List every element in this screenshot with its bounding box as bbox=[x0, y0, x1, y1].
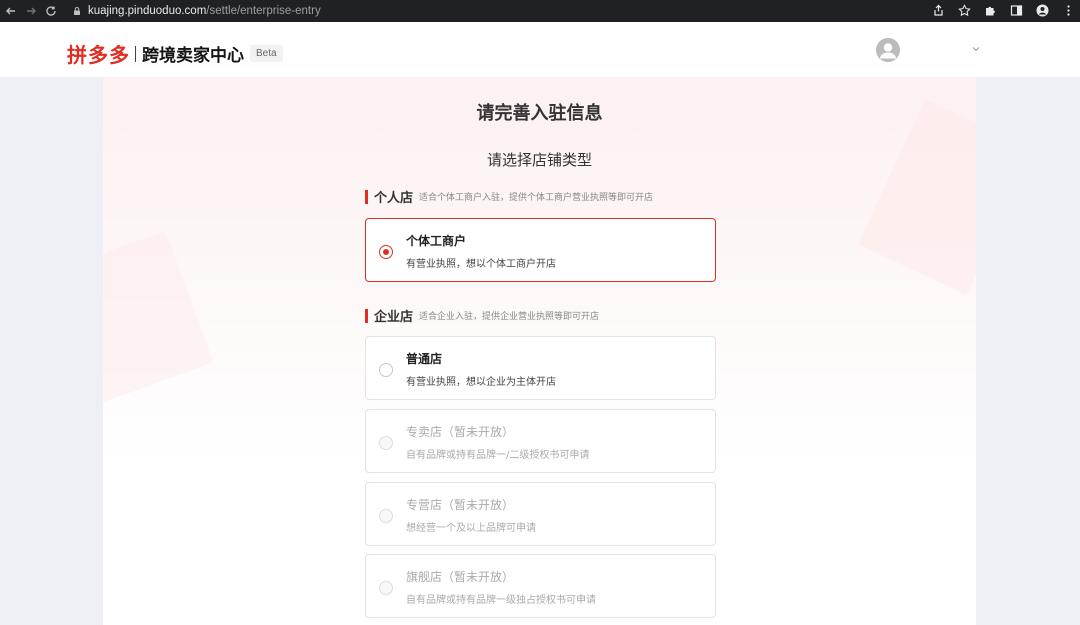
address-bar[interactable]: kuajing.pinduoduo.com/settle/enterprise-… bbox=[72, 2, 321, 20]
option-card-flagship-store: 旗舰店（暂未开放） 自有品牌或持有品牌一级独占授权书可申请 bbox=[365, 554, 716, 618]
section-header-personal: 个人店 适合个体工商户入驻，提供个体工商户营业执照等即可开店 bbox=[365, 187, 653, 206]
url-path: /settle/enterprise-entry bbox=[206, 5, 321, 17]
sidebar-button[interactable] bbox=[1008, 2, 1024, 18]
logo-divider bbox=[135, 45, 136, 62]
option-description: 有营业执照，想以企业为主体开店 bbox=[406, 377, 556, 388]
section-description: 适合企业入驻，提供企业营业执照等即可开店 bbox=[419, 312, 600, 322]
radio-unselected[interactable] bbox=[379, 363, 393, 377]
page-title: 请完善入驻信息 bbox=[476, 103, 603, 124]
reload-icon bbox=[46, 6, 56, 16]
option-description: 有营业执照，想以个体工商户开店 bbox=[406, 259, 556, 270]
radio-selected[interactable] bbox=[379, 245, 393, 259]
main-content: 请完善入驻信息 请选择店铺类型 个人店 适合个体工商户入驻，提供个体工商户营业执… bbox=[103, 77, 976, 625]
share-icon bbox=[933, 4, 943, 16]
section-accent-bar bbox=[365, 189, 368, 204]
site-title: 跨境卖家中心 bbox=[142, 46, 244, 66]
option-title: 普通店 bbox=[406, 352, 443, 366]
lock-icon bbox=[74, 7, 80, 15]
option-title: 个体工商户 bbox=[406, 234, 467, 248]
arrow-left-icon bbox=[6, 7, 15, 15]
site-logo[interactable]: 拼多多 跨境卖家中心 Beta bbox=[67, 39, 283, 68]
star-icon bbox=[957, 3, 971, 16]
section-header-enterprise: 企业店 适合企业入驻，提供企业营业执照等即可开店 bbox=[365, 306, 599, 325]
chevron-down-icon[interactable] bbox=[971, 44, 981, 54]
menu-button[interactable] bbox=[1060, 2, 1076, 18]
page-subtitle: 请选择店铺类型 bbox=[486, 151, 592, 169]
option-description: 自有品牌或持有品牌一/二级授权书可申请 bbox=[406, 450, 590, 461]
url-host: kuajing.pinduoduo.com bbox=[88, 5, 207, 17]
profile-icon bbox=[1036, 4, 1048, 16]
puzzle-icon bbox=[985, 6, 995, 15]
option-title: 旗舰店（暂未开放） bbox=[406, 570, 515, 584]
browser-toolbar: kuajing.pinduoduo.com/settle/enterprise-… bbox=[0, 0, 1080, 22]
share-button[interactable] bbox=[930, 2, 946, 18]
user-avatar[interactable] bbox=[876, 38, 900, 62]
section-description: 适合个体工商户入驻，提供个体工商户营业执照等即可开店 bbox=[419, 193, 654, 203]
beta-badge: Beta bbox=[250, 45, 283, 62]
option-card-standard-store[interactable]: 普通店 有营业执照，想以企业为主体开店 bbox=[365, 336, 716, 400]
radio-disabled bbox=[379, 436, 393, 450]
brand-name: 拼多多 bbox=[67, 43, 130, 67]
decorative-shape bbox=[103, 230, 214, 404]
site-header: 拼多多 跨境卖家中心 Beta bbox=[0, 22, 1080, 77]
option-title: 专卖店（暂未开放） bbox=[406, 425, 515, 439]
radio-disabled bbox=[379, 509, 393, 523]
arrow-right-icon bbox=[27, 7, 36, 15]
section-label: 企业店 bbox=[374, 310, 414, 325]
option-title: 专营店（暂未开放） bbox=[406, 498, 515, 512]
option-card-brand-store: 专卖店（暂未开放） 自有品牌或持有品牌一/二级授权书可申请 bbox=[365, 409, 716, 473]
option-description: 自有品牌或持有品牌一级独占授权书可申请 bbox=[406, 595, 596, 606]
reload-button[interactable] bbox=[42, 2, 60, 20]
option-card-individual-business[interactable]: 个体工商户 有营业执照，想以个体工商户开店 bbox=[365, 218, 716, 282]
back-button[interactable] bbox=[2, 2, 20, 20]
kebab-menu-icon bbox=[1066, 4, 1070, 16]
bookmark-button[interactable] bbox=[956, 2, 972, 18]
section-label: 个人店 bbox=[374, 191, 414, 206]
option-card-specialty-store: 专营店（暂未开放） 想经营一个及以上品牌可申请 bbox=[365, 482, 716, 546]
forward-button[interactable] bbox=[22, 2, 40, 20]
browser-actions bbox=[930, 2, 1076, 18]
profile-button[interactable] bbox=[1034, 2, 1050, 18]
user-avatar-icon bbox=[876, 38, 900, 62]
sidebar-icon bbox=[1010, 4, 1022, 16]
radio-disabled bbox=[379, 581, 393, 595]
decorative-shape bbox=[857, 99, 976, 295]
option-description: 想经营一个及以上品牌可申请 bbox=[406, 523, 536, 534]
section-accent-bar bbox=[365, 308, 368, 323]
extensions-button[interactable] bbox=[982, 2, 998, 18]
